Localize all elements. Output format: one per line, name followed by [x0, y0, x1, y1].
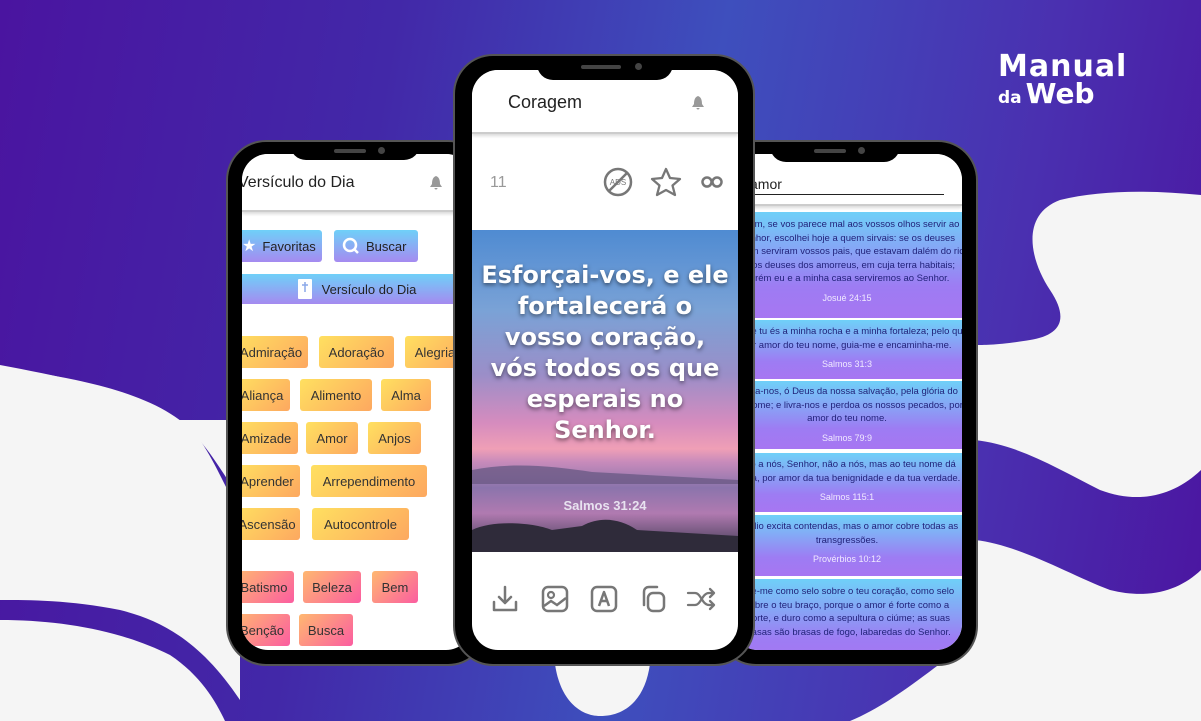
result-card[interactable]: Ajuda-nos, ó Deus da nossa salvação, pel… [732, 381, 962, 449]
manual-da-web-logo: Manual da Web [998, 52, 1127, 108]
logo-da: da [998, 88, 1022, 108]
shuffle-icon[interactable] [686, 584, 716, 614]
tag-ascensao[interactable]: Ascensão [242, 508, 300, 540]
screen-search: amor Porém, se vos parece mal aos vossos… [732, 154, 962, 650]
verse-line: esperais no [526, 385, 684, 413]
image-icon[interactable] [540, 584, 570, 614]
font-icon[interactable] [589, 584, 619, 614]
tag-bencao[interactable]: Benção [242, 614, 290, 646]
result-line: Ajuda-nos, ó Deus da nossa salvação, pel… [736, 386, 958, 397]
verse-line: Senhor. [554, 416, 656, 444]
result-line: transgressões. [815, 534, 879, 546]
tag-bem[interactable]: Bem [372, 571, 418, 603]
verse-image[interactable]: Esforçai-vos, e ele fortalecerá o vosso … [472, 230, 738, 552]
verse-of-day-label: Versículo do Dia [321, 281, 417, 297]
star-icon[interactable] [650, 166, 682, 198]
result-line: Porque tu és a minha rocha e a minha for… [732, 326, 962, 337]
phone-categories: Versículo do Dia ★ Favoritas Buscar Vers… [228, 142, 486, 664]
page-title: Versículo do Dia [242, 174, 355, 191]
tag-aprender[interactable]: Aprender [242, 465, 300, 497]
result-line: Não a nós, Senhor, não a nós, mas ao teu… [738, 459, 956, 470]
verse-of-day-button[interactable]: Versículo do Dia [242, 274, 472, 304]
wave-center-drop [555, 664, 650, 716]
favorites-button[interactable]: ★ Favoritas [242, 230, 322, 262]
result-reference: Salmos 31:3 [821, 359, 873, 369]
verse-line: vós todos os que [490, 354, 720, 382]
result-line: Põe-me como selo sobre o teu coração, co… [739, 586, 955, 597]
phone-notch [537, 56, 673, 80]
result-line: glória, por amor da tua benignidade e da… [733, 472, 961, 484]
result-line: ou os deuses dos amorreus, em cuja terra… [739, 259, 955, 271]
result-line: brasas são brasas de fogo, labaredas do … [743, 626, 951, 638]
verse-line: fortalecerá o [517, 292, 693, 320]
verse-counter: 11 [490, 174, 507, 191]
result-card[interactable]: O ódio excita contendas, mas o amor cobr… [732, 515, 962, 576]
result-reference: Provérbios 10:12 [812, 554, 882, 564]
logo-web: Web [1025, 77, 1095, 110]
result-line: sobre o teu braço, porque o amor é forte… [744, 599, 950, 611]
tag-adoracao[interactable]: Adoração [319, 336, 394, 368]
tag-alianca[interactable]: Aliança [242, 379, 290, 411]
bell-icon[interactable] [430, 176, 442, 190]
result-line: teu nome; e livra-nos e perdoa os nossos… [732, 399, 962, 411]
verse-line: vosso coração, [504, 323, 706, 351]
result-reference: Josué 24:15 [822, 292, 872, 303]
result-line: amor do teu nome. [807, 413, 887, 424]
phone-notch [770, 142, 900, 162]
no-ads-icon[interactable]: ADS [602, 166, 634, 198]
tag-anjos[interactable]: Anjos [368, 422, 421, 454]
tag-busca[interactable]: Busca [299, 614, 353, 646]
tag-batismo[interactable]: Batismo [242, 571, 294, 603]
result-card[interactable]: Não a nós, Senhor, não a nós, mas ao teu… [732, 453, 962, 512]
tag-arrependimento[interactable]: Arrependimento [311, 465, 427, 497]
verse-line: Esforçai-vos, e ele [481, 261, 729, 289]
wave-right [975, 191, 1201, 498]
logo-line2: da Web [998, 80, 1127, 108]
result-line: Senhor, escolhei hoje a quem sirvais: se… [739, 232, 955, 244]
search-input[interactable]: amor [750, 176, 944, 195]
tag-autocontrole[interactable]: Autocontrole [312, 508, 409, 540]
search-button[interactable]: Buscar [334, 230, 418, 262]
favorites-label: Favoritas [262, 238, 316, 254]
result-card[interactable]: Porém, se vos parece mal aos vossos olho… [732, 212, 962, 318]
result-line: porém eu e a minha casa serviremos ao Se… [744, 273, 950, 284]
result-line: por amor do teu nome, guia-me e encaminh… [742, 339, 952, 351]
tag-amor[interactable]: Amor [306, 422, 358, 454]
tag-alimento[interactable]: Alimento [300, 379, 372, 411]
phone-verse-image: Coragem 11 ADS Esforçai-vos, e ele forta… [455, 56, 753, 664]
verse-text: Esforçai-vos, e ele fortalecerá o vosso … [472, 260, 738, 446]
verse-reference: Salmos 31:24 [563, 498, 647, 513]
tag-admiracao[interactable]: Admiração [242, 336, 308, 368]
result-line: Porém, se vos parece mal aos vossos olho… [734, 219, 960, 230]
result-card[interactable]: Porque tu és a minha rocha e a minha for… [732, 320, 962, 379]
bible-icon [297, 279, 312, 299]
download-icon[interactable] [490, 584, 520, 614]
result-card[interactable]: Põe-me como selo sobre o teu coração, co… [732, 579, 962, 650]
search-label: Buscar [366, 238, 407, 254]
share-icon[interactable] [700, 170, 732, 194]
screen-verse: Coragem 11 ADS Esforçai-vos, e ele forta… [472, 70, 738, 650]
page-title: Coragem [508, 92, 583, 112]
tag-alma[interactable]: Alma [381, 379, 431, 411]
app-bar: Versículo do Dia [242, 154, 472, 212]
result-line: morte, e duro como a sepultura o ciúme; … [744, 613, 950, 624]
star-icon: ★ [242, 238, 257, 255]
copy-icon[interactable] [638, 584, 668, 614]
phone-notch [290, 142, 420, 160]
tag-amizade[interactable]: Amizade [242, 422, 298, 454]
result-line: a quem serviram vossos pais, que estavam… [732, 246, 962, 257]
tag-beleza[interactable]: Beleza [303, 571, 361, 603]
result-reference: Salmos 115:1 [819, 492, 875, 502]
phone-search-results: amor Porém, se vos parece mal aos vossos… [718, 142, 976, 664]
bell-icon[interactable] [692, 96, 704, 110]
screen-categories: Versículo do Dia ★ Favoritas Buscar Vers… [242, 154, 472, 650]
result-line: O ódio excita contendas, mas o amor cobr… [735, 521, 959, 532]
result-reference: Salmos 79:9 [821, 432, 873, 443]
search-icon [342, 237, 359, 254]
